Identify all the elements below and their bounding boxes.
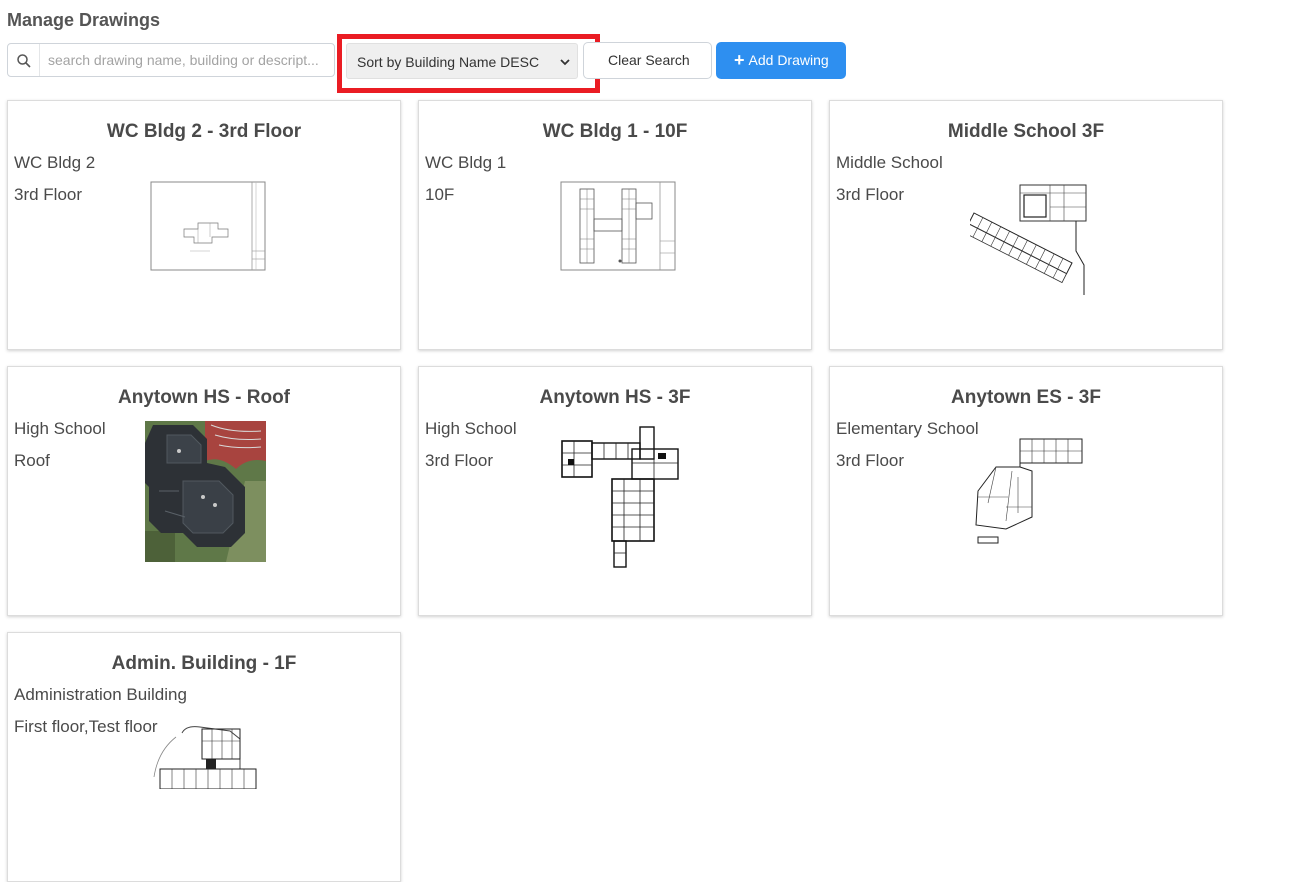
drawing-building: Administration Building [14, 685, 187, 704]
drawing-thumbnail[interactable] [148, 723, 258, 789]
drawing-thumbnail[interactable] [150, 181, 266, 271]
sort-select[interactable]: Sort by Building Name DESC [346, 43, 578, 79]
drawing-floor: Roof [14, 451, 50, 470]
drawing-title: Middle School 3F [947, 121, 1105, 142]
drawing-card[interactable]: WC Bldg 1 - 10F WC Bldg 1 10F [418, 100, 812, 350]
drawing-thumbnail[interactable] [560, 181, 676, 271]
drawing-title: Anytown ES - 3F [951, 387, 1101, 408]
page-title: Manage Drawings [7, 10, 161, 30]
drawing-card[interactable]: WC Bldg 2 - 3rd Floor WC Bldg 2 3rd Floo… [7, 100, 401, 350]
drawing-building: Middle School [836, 153, 943, 172]
drawing-card[interactable]: Middle School 3F Middle School 3rd Floor [829, 100, 1223, 350]
drawing-title: Admin. Building - 1F [111, 653, 297, 674]
search-icon [17, 54, 31, 68]
chevron-down-icon [560, 59, 570, 66]
drawing-building: WC Bldg 1 [425, 153, 507, 172]
drawing-floor: First floor,Test floor [14, 717, 158, 736]
plus-icon: + [734, 50, 745, 70]
drawing-thumbnail[interactable] [558, 423, 682, 569]
sort-select-value: Sort by Building Name DESC [357, 54, 540, 70]
clear-search-button[interactable]: Clear Search [583, 42, 712, 79]
add-drawing-button[interactable]: + Add Drawing [716, 42, 846, 79]
drawing-floor: 3rd Floor [425, 451, 494, 470]
drawing-building: Elementary School [836, 419, 979, 438]
search-divider [39, 44, 40, 76]
add-drawing-label: Add Drawing [748, 52, 829, 68]
drawing-card[interactable]: Admin. Building - 1F Administration Buil… [7, 632, 401, 882]
drawing-title: Anytown HS - 3F [539, 387, 691, 408]
search-input[interactable] [48, 44, 330, 76]
drawing-floor: 3rd Floor [14, 185, 83, 204]
drawing-title: Anytown HS - Roof [117, 387, 291, 408]
drawing-building: High School [425, 419, 517, 438]
drawing-floor: 3rd Floor [836, 451, 905, 470]
drawing-floor: 10F [425, 185, 455, 204]
drawing-building: High School [14, 419, 106, 438]
drawing-title: WC Bldg 2 - 3rd Floor [106, 121, 302, 142]
drawing-thumbnail[interactable] [970, 183, 1090, 299]
drawing-thumbnail[interactable] [974, 437, 1084, 549]
drawing-floor: 3rd Floor [836, 185, 905, 204]
drawing-thumbnail[interactable] [145, 421, 266, 562]
drawing-card[interactable]: Anytown HS - Roof High School Roof [7, 366, 401, 616]
search-box[interactable] [7, 43, 335, 77]
drawing-card[interactable]: Anytown HS - 3F High School 3rd Floor [418, 366, 812, 616]
drawing-card[interactable]: Anytown ES - 3F Elementary School 3rd Fl… [829, 366, 1223, 616]
drawing-building: WC Bldg 2 [14, 153, 96, 172]
drawing-title: WC Bldg 1 - 10F [542, 121, 688, 142]
